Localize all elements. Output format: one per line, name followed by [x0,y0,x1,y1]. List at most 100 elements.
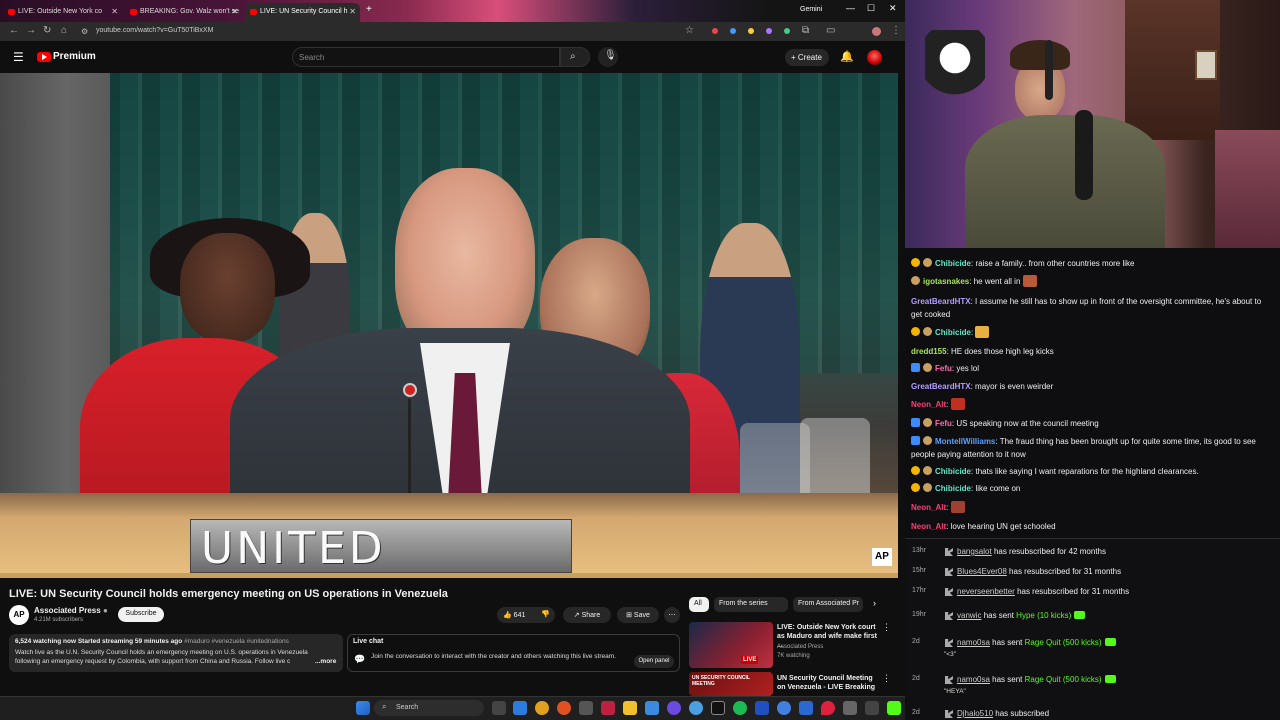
youtube-logo-icon[interactable] [37,52,51,62]
app-icon[interactable] [843,701,857,715]
site-info-icon[interactable]: ⚙ [81,27,88,36]
new-tab-icon[interactable]: + [366,4,372,15]
account-avatar[interactable] [867,50,882,65]
share-button[interactable]: ↗ Share [563,607,611,623]
share-icon: ↗ [573,612,580,619]
open-panel-button[interactable]: Open panel [634,655,674,668]
voice-search-button[interactable]: 🎙 [598,47,618,67]
sub-badge-icon [911,483,920,492]
extension-icon[interactable] [766,28,772,34]
hamburger-menu-icon[interactable]: ☰ [13,50,24,64]
channel-name[interactable]: Associated Press ● [34,606,108,615]
search-icon: ⌕ [382,702,387,711]
app-icon[interactable] [667,701,681,715]
create-button[interactable]: + Create [785,49,829,66]
kick-app-icon[interactable] [887,701,901,715]
gift-badge-icon [923,436,932,445]
like-button[interactable]: 👍 641 👎 [497,607,555,623]
firefox-browser-icon[interactable] [557,701,571,715]
thumbnail-caption: UN SECURITY COUNCIL MEETING [692,675,750,687]
url-field[interactable]: youtube.com/watch?v=GuT50TiBxXM [96,27,213,34]
profile-avatar-icon[interactable] [872,27,881,36]
webcam-sofa [1215,130,1280,248]
description-more-link[interactable]: ...more [315,658,336,665]
back-arrow-icon[interactable]: ← [9,25,19,36]
chat-message: GreatBeardHTX: mayor is even weirder [911,382,1054,391]
browser-menu-icon[interactable]: ⋮ [891,25,901,36]
close-tab-icon[interactable]: ✕ [231,7,238,16]
gift-badge-icon [923,327,932,336]
subscribe-button[interactable]: Subscribe [118,607,164,622]
chip-from-channel[interactable]: From Associated Pr [793,597,863,612]
home-icon[interactable]: ⌂ [61,25,67,36]
live-badge: LIVE [741,656,759,664]
app-icon[interactable] [777,701,791,715]
recommendation-menu-icon[interactable]: ⋮ [882,622,891,633]
extension-icon[interactable] [730,28,736,34]
app-icon[interactable] [579,701,593,715]
chat-message: Chibicide: raise a family.. from other c… [911,257,1271,270]
youtube-favicon-icon [8,9,15,15]
chrome-browser-icon[interactable] [535,701,549,715]
extension-icon[interactable] [784,28,790,34]
task-view-icon[interactable] [492,701,506,715]
spotify-icon[interactable] [733,701,747,715]
windows-start-icon[interactable] [356,701,370,715]
app-icon[interactable] [601,701,615,715]
app-icon[interactable] [689,701,703,715]
browser-tab[interactable]: BREAKING: Gov. Walz won't se ✕ [126,3,242,22]
minimize-window-icon[interactable]: — [846,3,855,13]
gift-badge-icon [923,483,932,492]
file-explorer-icon[interactable] [623,701,637,715]
close-window-icon[interactable]: ✕ [889,3,897,14]
chat-message: Chibicide: like come on [911,482,1271,495]
emote-icon [1022,275,1037,287]
maps-pin-icon[interactable] [821,701,835,715]
edge-browser-icon[interactable] [513,701,527,715]
app-icon[interactable] [755,701,769,715]
maximize-window-icon[interactable]: ☐ [867,3,875,14]
chip-from-series[interactable]: From the series [714,597,788,612]
gift-badge-icon [911,276,920,285]
recommendation-thumbnail[interactable]: LIVE [689,622,773,668]
video-player[interactable]: UNITED STATES AP [0,73,898,578]
search-button[interactable]: ⌕ [560,47,590,67]
forward-arrow-icon[interactable]: → [26,25,36,36]
notifications-bell-icon[interactable]: 🔔 [840,50,854,63]
browser-tab[interactable]: LIVE: Outside New York co ✕ [4,3,122,22]
description-tags[interactable]: #maduro #venezuela #unitednations [184,638,289,645]
sidebar-icon[interactable]: ▭ [826,25,835,36]
app-icon[interactable] [799,701,813,715]
save-icon: ⊞ [626,612,632,619]
reload-icon[interactable]: ↻ [43,25,51,36]
search-placeholder: Search [299,53,325,62]
recommendation-menu-icon[interactable]: ⋮ [882,673,891,684]
chat-message: MontellWilliams: The fraud thing has bee… [911,436,1256,459]
close-tab-icon[interactable]: ✕ [111,7,118,16]
save-button[interactable]: ⊞ Save [617,607,659,623]
search-icon: ⌕ [570,51,576,62]
recommendation-thumbnail[interactable]: UN SECURITY COUNCIL MEETING [689,672,773,696]
youtube-logo-text[interactable]: Premium [53,51,96,62]
webcam-streamer-body [965,115,1165,248]
app-icon[interactable] [711,701,725,715]
thumbs-down-icon[interactable]: 👎 [541,610,550,618]
extensions-puzzle-icon[interactable]: ⧉ [802,25,809,36]
more-actions-button[interactable]: ⋯ [664,607,680,623]
taskbar-search[interactable]: ⌕ Search [374,700,484,716]
chip-all[interactable]: All [689,597,709,612]
app-icon[interactable] [645,701,659,715]
chevron-right-icon[interactable]: › [873,598,876,608]
app-icon[interactable] [865,701,879,715]
channel-avatar[interactable]: AP [9,605,29,625]
search-input[interactable]: Search [292,47,560,67]
youtube-favicon-icon [250,9,257,15]
browser-tab-active[interactable]: LIVE: UN Security Council h ✕ [246,3,360,22]
extension-icon[interactable] [748,28,754,34]
extension-icon[interactable] [712,28,718,34]
close-tab-icon[interactable]: ✕ [349,7,356,16]
chat-message: Neon_Alt: [911,501,1271,514]
bookmark-star-icon[interactable]: ☆ [685,25,694,36]
chat-message: igotasnakes: he went all in [911,275,1271,288]
gift-badge-icon [923,363,932,372]
